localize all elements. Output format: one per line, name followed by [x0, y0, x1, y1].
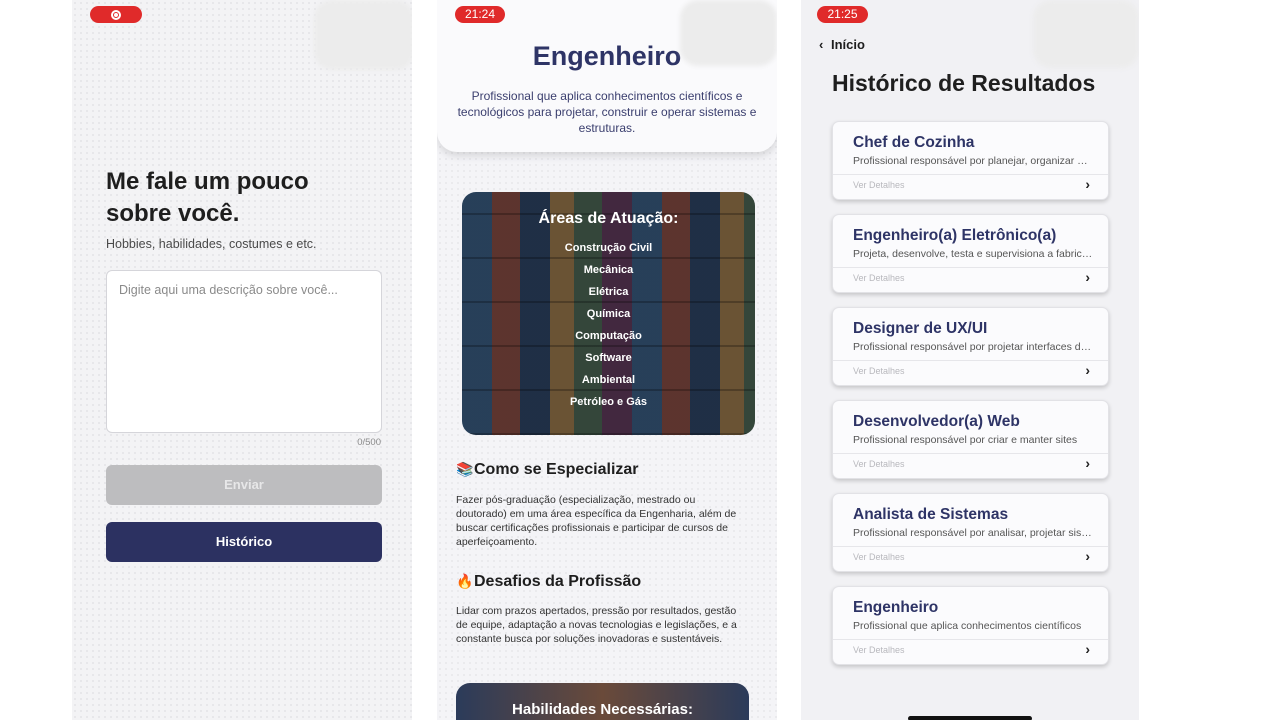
- fire-icon: 🔥: [456, 573, 474, 589]
- specialize-title: Como se Especializar: [474, 461, 639, 478]
- result-title: Designer de UX/UI: [853, 320, 988, 337]
- description-input[interactable]: Digite aqui uma descrição sobre você...: [106, 270, 382, 433]
- result-card[interactable]: Designer de UX/UI Profissional responsáv…: [832, 307, 1109, 386]
- areas-title: Áreas de Atuação:: [538, 210, 679, 227]
- view-details-link[interactable]: Ver Detalhes: [853, 552, 905, 562]
- area-item: Construção Civil: [564, 242, 653, 254]
- history-button[interactable]: Histórico: [106, 522, 382, 562]
- result-card[interactable]: Chef de Cozinha Profissional responsável…: [832, 121, 1109, 200]
- status-icons-blurred: [1033, 0, 1139, 68]
- result-card[interactable]: Analista de Sistemas Profissional respon…: [832, 493, 1109, 572]
- result-description: Profissional responsável por projetar in…: [853, 341, 1093, 353]
- status-time: 21:24: [455, 6, 505, 23]
- profession-detail-screen: Engenheiro Profissional que aplica conhe…: [437, 0, 777, 720]
- profession-description: Profissional que aplica conhecimentos ci…: [457, 89, 757, 135]
- status-icons-blurred: [314, 0, 412, 70]
- specialize-heading: 📚Como se Especializar: [456, 461, 639, 479]
- result-title: Engenheiro: [853, 599, 939, 616]
- areas-image-card: Áreas de Atuação: Construção Civil Mecân…: [462, 192, 755, 435]
- area-item: Petróleo e Gás: [569, 396, 648, 408]
- page-subtitle: Hobbies, habilidades, costumes e etc.: [106, 237, 317, 251]
- chevron-right-icon[interactable]: ›: [1085, 641, 1090, 657]
- area-item: Química: [586, 308, 631, 320]
- area-item: Ambiental: [581, 374, 636, 386]
- record-icon: [111, 9, 121, 20]
- result-card[interactable]: Desenvolvedor(a) Web Profissional respon…: [832, 400, 1109, 479]
- description-placeholder: Digite aqui uma descrição sobre você...: [119, 283, 338, 297]
- result-description: Profissional responsável por planejar, o…: [853, 155, 1093, 167]
- result-description: Profissional responsável por analisar, p…: [853, 527, 1093, 539]
- result-card[interactable]: Engenheiro Profissional que aplica conhe…: [832, 586, 1109, 665]
- result-description: Projeta, desenvolve, testa e supervision…: [853, 248, 1093, 260]
- status-time: 21:25: [817, 6, 868, 23]
- result-card[interactable]: Engenheiro(a) Eletrônico(a) Projeta, des…: [832, 214, 1109, 293]
- home-indicator: [908, 716, 1032, 720]
- view-details-link[interactable]: Ver Detalhes: [853, 459, 905, 469]
- result-title: Engenheiro(a) Eletrônico(a): [853, 227, 1057, 244]
- chevron-right-icon[interactable]: ›: [1085, 548, 1090, 564]
- result-title: Desenvolvedor(a) Web: [853, 413, 1020, 430]
- page-title: Me fale um pouco sobre você.: [106, 168, 309, 227]
- specialize-text: Fazer pós-graduação (especialização, mes…: [456, 494, 737, 548]
- result-title: Chef de Cozinha: [853, 134, 975, 151]
- view-details-link[interactable]: Ver Detalhes: [853, 273, 905, 283]
- area-item: Software: [585, 352, 632, 364]
- history-screen: 21:25 ‹ Início Histórico de Resultados Ch…: [801, 0, 1139, 720]
- chevron-right-icon[interactable]: ›: [1085, 455, 1090, 471]
- recording-indicator: [90, 6, 142, 23]
- chevron-right-icon[interactable]: ›: [1085, 362, 1090, 378]
- challenges-title: Desafios da Profissão: [474, 573, 642, 590]
- result-description: Profissional responsável por criar e man…: [853, 434, 1078, 446]
- send-button[interactable]: Enviar: [106, 465, 382, 505]
- area-item: Mecânica: [583, 264, 634, 276]
- area-item: Elétrica: [588, 286, 629, 298]
- result-title: Analista de Sistemas: [853, 506, 1009, 523]
- area-item: Computação: [575, 330, 642, 342]
- back-label: Início: [831, 37, 865, 52]
- view-details-link[interactable]: Ver Detalhes: [853, 180, 905, 190]
- about-you-screen: Me fale um pouco sobre você. Hobbies, ha…: [72, 0, 412, 720]
- chevron-right-icon[interactable]: ›: [1085, 176, 1090, 192]
- chevron-left-icon: ‹: [819, 37, 824, 52]
- view-details-link[interactable]: Ver Detalhes: [853, 645, 905, 655]
- skills-title: Habilidades Necessárias:: [512, 701, 693, 718]
- challenges-heading: 🔥Desafios da Profissão: [456, 573, 641, 591]
- books-icon: 📚: [456, 461, 474, 477]
- status-icons-blurred: [680, 0, 777, 66]
- char-counter: 0/500: [357, 437, 381, 448]
- skills-image-card: Habilidades Necessárias:: [456, 683, 749, 720]
- back-button[interactable]: ‹ Início: [819, 37, 865, 52]
- chevron-right-icon[interactable]: ›: [1085, 269, 1090, 285]
- page-title: Histórico de Resultados: [832, 70, 1096, 96]
- view-details-link[interactable]: Ver Detalhes: [853, 366, 905, 376]
- challenges-text: Lidar com prazos apertados, pressão por …: [456, 605, 737, 645]
- result-description: Profissional que aplica conhecimentos ci…: [853, 620, 1082, 632]
